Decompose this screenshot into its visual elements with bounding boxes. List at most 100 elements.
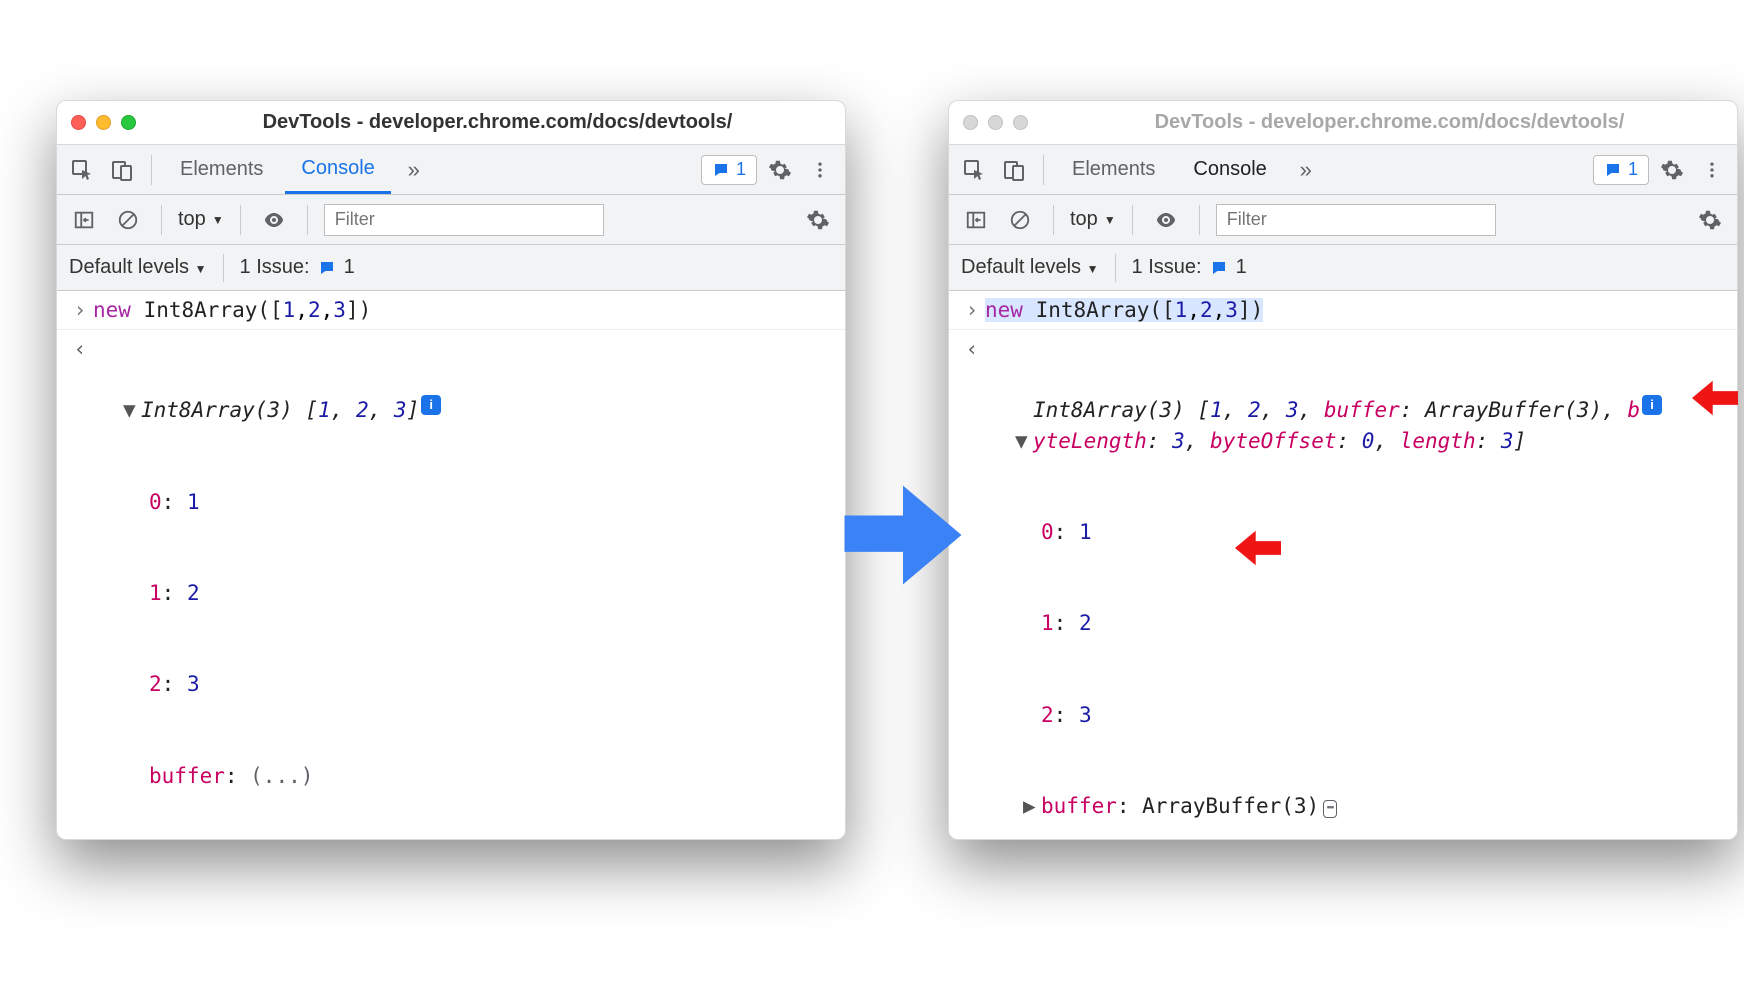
divider: [307, 205, 308, 235]
console-toolbar: top ▼: [949, 195, 1737, 245]
chevron-down-icon: ▼: [212, 213, 224, 227]
live-expression-icon[interactable]: [1149, 203, 1183, 237]
info-badge-icon[interactable]: i: [1642, 395, 1662, 415]
issues-badge[interactable]: 1: [1593, 155, 1649, 185]
issues-count: 1: [344, 256, 355, 279]
device-toggle-icon[interactable]: [105, 153, 139, 187]
console-settings-icon[interactable]: [1693, 203, 1727, 237]
divider: [1199, 205, 1200, 235]
chat-icon: [1210, 259, 1228, 277]
console-sidebar-toggle-icon[interactable]: [67, 203, 101, 237]
object-prop-0[interactable]: 0: 1: [985, 517, 1727, 547]
input-chevron-icon: ›: [67, 295, 93, 325]
callout-arrow-icon: [1235, 528, 1281, 568]
object-prop-buffer[interactable]: ▶buffer: ArrayBuffer(3)┅: [985, 791, 1727, 821]
devtools-window-after: DevTools - developer.chrome.com/docs/dev…: [948, 100, 1738, 840]
object-prop-buffer[interactable]: buffer: (...): [93, 761, 835, 791]
divider: [223, 254, 224, 282]
clear-console-icon[interactable]: [1003, 203, 1037, 237]
kebab-menu-icon[interactable]: [1695, 153, 1729, 187]
divider: [240, 205, 241, 235]
divider: [1043, 155, 1044, 185]
title-bar[interactable]: DevTools - developer.chrome.com/docs/dev…: [949, 101, 1737, 145]
zoom-dot-icon[interactable]: [121, 115, 136, 130]
clear-console-icon[interactable]: [111, 203, 145, 237]
live-expression-icon[interactable]: [257, 203, 291, 237]
tab-elements[interactable]: Elements: [1056, 145, 1171, 194]
title-bar[interactable]: DevTools - developer.chrome.com/docs/dev…: [57, 101, 845, 145]
issues-count: 1: [1236, 256, 1247, 279]
settings-icon[interactable]: [763, 153, 797, 187]
levels-bar: Default levels ▼ 1 Issue: 1: [57, 245, 845, 291]
inspect-element-icon[interactable]: [65, 153, 99, 187]
memory-inspector-icon[interactable]: ┅: [1323, 800, 1337, 818]
tab-elements[interactable]: Elements: [164, 145, 279, 194]
context-label: top: [178, 208, 206, 231]
traffic-lights: [71, 115, 136, 130]
callout-arrow-icon: [1692, 378, 1738, 418]
object-summary[interactable]: ▼Int8Array(3) [1, 2, 3, buffer: ArrayBuf…: [985, 395, 1727, 456]
console-output[interactable]: › new Int8Array([1,2,3]) ‹ ▼Int8Array(3)…: [949, 291, 1737, 839]
tabs-bar: Elements Console » 1: [949, 145, 1737, 195]
kebab-menu-icon[interactable]: [803, 153, 837, 187]
settings-icon[interactable]: [1655, 153, 1689, 187]
context-selector[interactable]: top ▼: [1070, 208, 1116, 231]
object-prop-1[interactable]: 1: 2: [93, 578, 835, 608]
object-prop-2[interactable]: 2: 3: [985, 700, 1727, 730]
zoom-dot-icon[interactable]: [1013, 115, 1028, 130]
divider: [151, 155, 152, 185]
info-badge-icon[interactable]: i: [421, 395, 441, 415]
expander-down-icon[interactable]: ▼: [1015, 426, 1033, 456]
output-chevron-icon: ‹: [67, 334, 93, 839]
chevron-down-icon: ▼: [1104, 213, 1116, 227]
chevron-down-icon: ▼: [1087, 262, 1099, 276]
issues-link[interactable]: 1 Issue: 1: [1132, 256, 1247, 279]
more-tabs-icon[interactable]: »: [397, 153, 431, 187]
divider: [161, 205, 162, 235]
object-prop-2[interactable]: 2: 3: [93, 669, 835, 699]
traffic-lights: [963, 115, 1028, 130]
issues-count: 1: [1628, 159, 1638, 180]
divider: [1115, 254, 1116, 282]
tab-console[interactable]: Console: [1177, 145, 1282, 194]
comparison-arrow-icon: [838, 470, 968, 600]
console-output-row: ‹ ▼Int8Array(3) [1, 2, 3, buffer: ArrayB…: [949, 330, 1737, 839]
issues-label: 1 Issue:: [240, 256, 310, 279]
minimize-dot-icon[interactable]: [96, 115, 111, 130]
console-sidebar-toggle-icon[interactable]: [959, 203, 993, 237]
console-output[interactable]: › new Int8Array([1,2,3]) ‹ ▼Int8Array(3)…: [57, 291, 845, 839]
log-levels-selector[interactable]: Default levels ▼: [961, 256, 1099, 279]
expander-right-icon[interactable]: ▶: [1023, 791, 1041, 821]
issues-link[interactable]: 1 Issue: 1: [240, 256, 355, 279]
filter-input[interactable]: [1216, 204, 1496, 236]
object-prop-1[interactable]: 1: 2: [985, 608, 1727, 638]
chat-icon: [318, 259, 336, 277]
close-dot-icon[interactable]: [71, 115, 86, 130]
console-toolbar: top ▼: [57, 195, 845, 245]
issues-count: 1: [736, 159, 746, 180]
inspect-element-icon[interactable]: [957, 153, 991, 187]
filter-input[interactable]: [324, 204, 604, 236]
close-dot-icon[interactable]: [963, 115, 978, 130]
tabs-bar: Elements Console » 1: [57, 145, 845, 195]
context-selector[interactable]: top ▼: [178, 208, 224, 231]
object-summary[interactable]: ▼Int8Array(3) [1, 2, 3] i: [93, 395, 835, 425]
more-tabs-icon[interactable]: »: [1289, 153, 1323, 187]
tab-console[interactable]: Console: [285, 145, 390, 194]
chevron-down-icon: ▼: [195, 262, 207, 276]
expander-down-icon[interactable]: ▼: [123, 395, 141, 425]
input-chevron-icon: ›: [959, 295, 985, 325]
object-prop-0[interactable]: 0: 1: [93, 487, 835, 517]
log-levels-selector[interactable]: Default levels ▼: [69, 256, 207, 279]
console-output-row: ‹ ▼Int8Array(3) [1, 2, 3] i 0: 1 1: 2 2:…: [57, 330, 845, 839]
context-label: top: [1070, 208, 1098, 231]
console-input-row: › new Int8Array([1,2,3]): [57, 291, 845, 330]
console-settings-icon[interactable]: [801, 203, 835, 237]
minimize-dot-icon[interactable]: [988, 115, 1003, 130]
window-title: DevTools - developer.chrome.com/docs/dev…: [1056, 111, 1723, 134]
device-toggle-icon[interactable]: [997, 153, 1031, 187]
issues-badge[interactable]: 1: [701, 155, 757, 185]
levels-bar: Default levels ▼ 1 Issue: 1: [949, 245, 1737, 291]
divider: [1132, 205, 1133, 235]
issues-label: 1 Issue:: [1132, 256, 1202, 279]
